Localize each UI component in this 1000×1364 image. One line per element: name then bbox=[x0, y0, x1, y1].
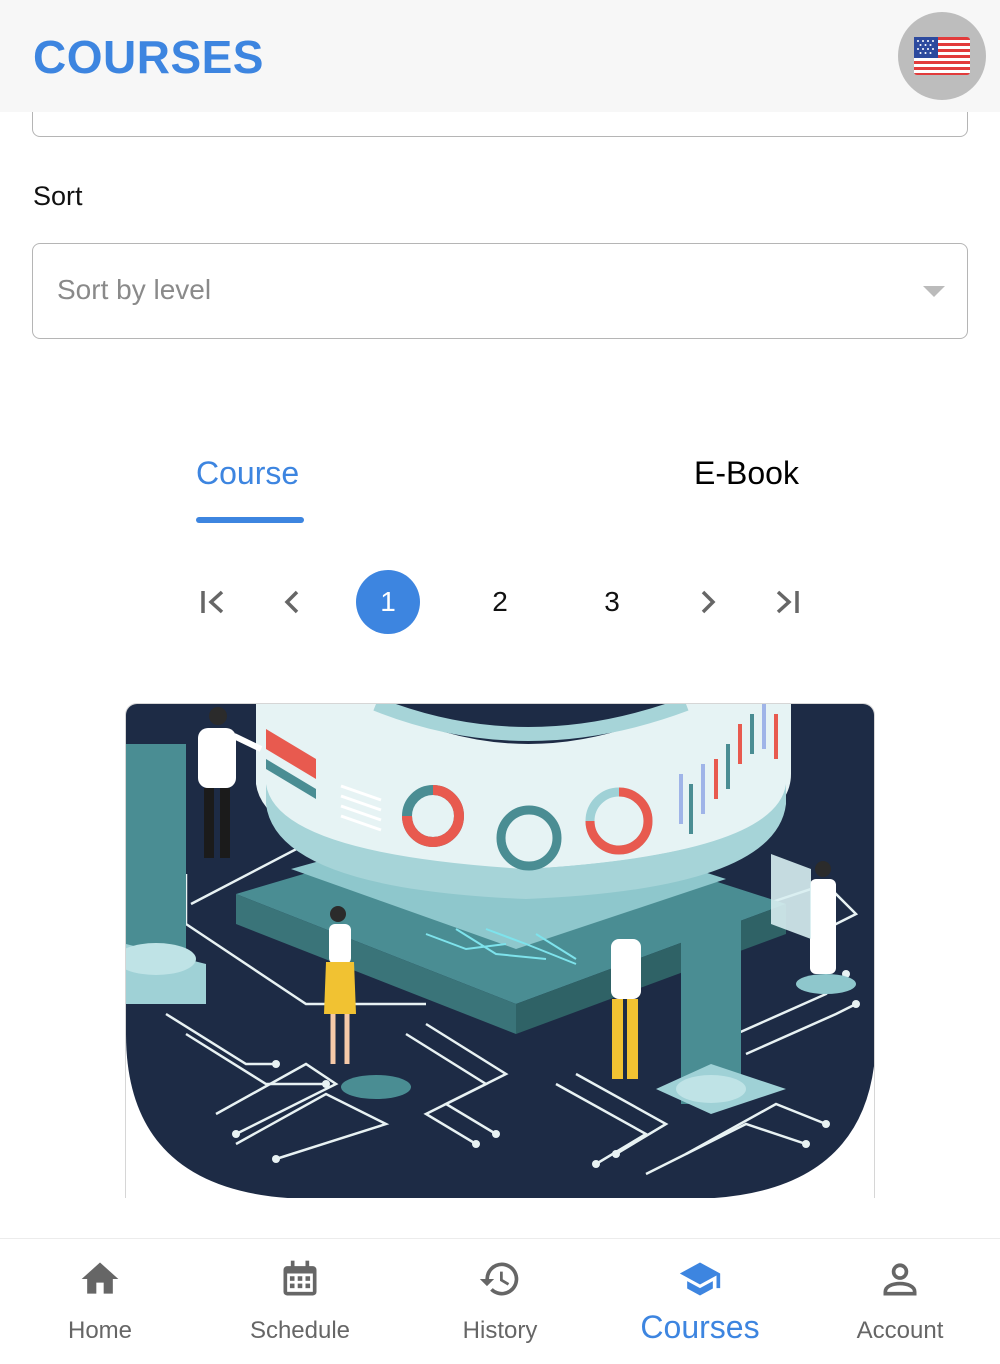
active-tab-indicator bbox=[196, 517, 304, 523]
last-page-icon bbox=[776, 590, 799, 614]
nav-label-account: Account bbox=[856, 1317, 944, 1344]
person-icon bbox=[883, 1263, 917, 1296]
page-button-3[interactable]: 3 bbox=[580, 570, 644, 634]
nav-label-history: History bbox=[462, 1317, 538, 1344]
chevron-right-icon bbox=[701, 590, 716, 614]
us-flag-icon bbox=[914, 37, 970, 75]
page-button-1[interactable]: 1 bbox=[356, 570, 420, 634]
sort-label: Sort bbox=[33, 181, 83, 211]
page-button-2[interactable]: 2 bbox=[468, 570, 532, 634]
next-page-button[interactable] bbox=[692, 570, 724, 634]
nav-item-history[interactable]: History bbox=[400, 1239, 600, 1364]
course-card[interactable] bbox=[125, 703, 875, 1198]
nav-item-account[interactable]: Account bbox=[800, 1239, 1000, 1364]
course-illustration bbox=[126, 704, 874, 1198]
language-selector-button[interactable] bbox=[898, 12, 986, 100]
tab-ebook[interactable]: E-Book bbox=[694, 455, 799, 492]
app-header: COURSES bbox=[0, 0, 1000, 112]
sort-placeholder: Sort by level bbox=[57, 274, 212, 305]
last-page-button[interactable] bbox=[768, 570, 808, 634]
previous-page-button[interactable] bbox=[276, 570, 308, 634]
nav-item-courses[interactable]: Courses bbox=[600, 1239, 800, 1364]
page-title: COURSES bbox=[33, 31, 264, 83]
first-page-button[interactable] bbox=[192, 570, 232, 634]
nav-item-schedule[interactable]: Schedule bbox=[200, 1239, 400, 1364]
nav-item-home[interactable]: Home bbox=[0, 1239, 200, 1364]
chevron-left-icon bbox=[284, 590, 299, 614]
nav-label-courses: Courses bbox=[640, 1309, 760, 1345]
home-icon bbox=[81, 1262, 119, 1294]
calendar-icon bbox=[283, 1260, 317, 1296]
chevron-down-icon bbox=[923, 286, 945, 297]
bottom-navigation: Home Schedule History Courses Account bbox=[0, 1238, 1000, 1364]
nav-label-schedule: Schedule bbox=[249, 1317, 351, 1344]
tab-course[interactable]: Course bbox=[196, 455, 299, 492]
nav-label-home: Home bbox=[67, 1317, 133, 1344]
first-page-icon bbox=[201, 590, 224, 614]
history-icon bbox=[479, 1262, 519, 1296]
sort-select[interactable]: Sort by level bbox=[32, 243, 968, 339]
graduation-cap-icon bbox=[679, 1262, 721, 1296]
